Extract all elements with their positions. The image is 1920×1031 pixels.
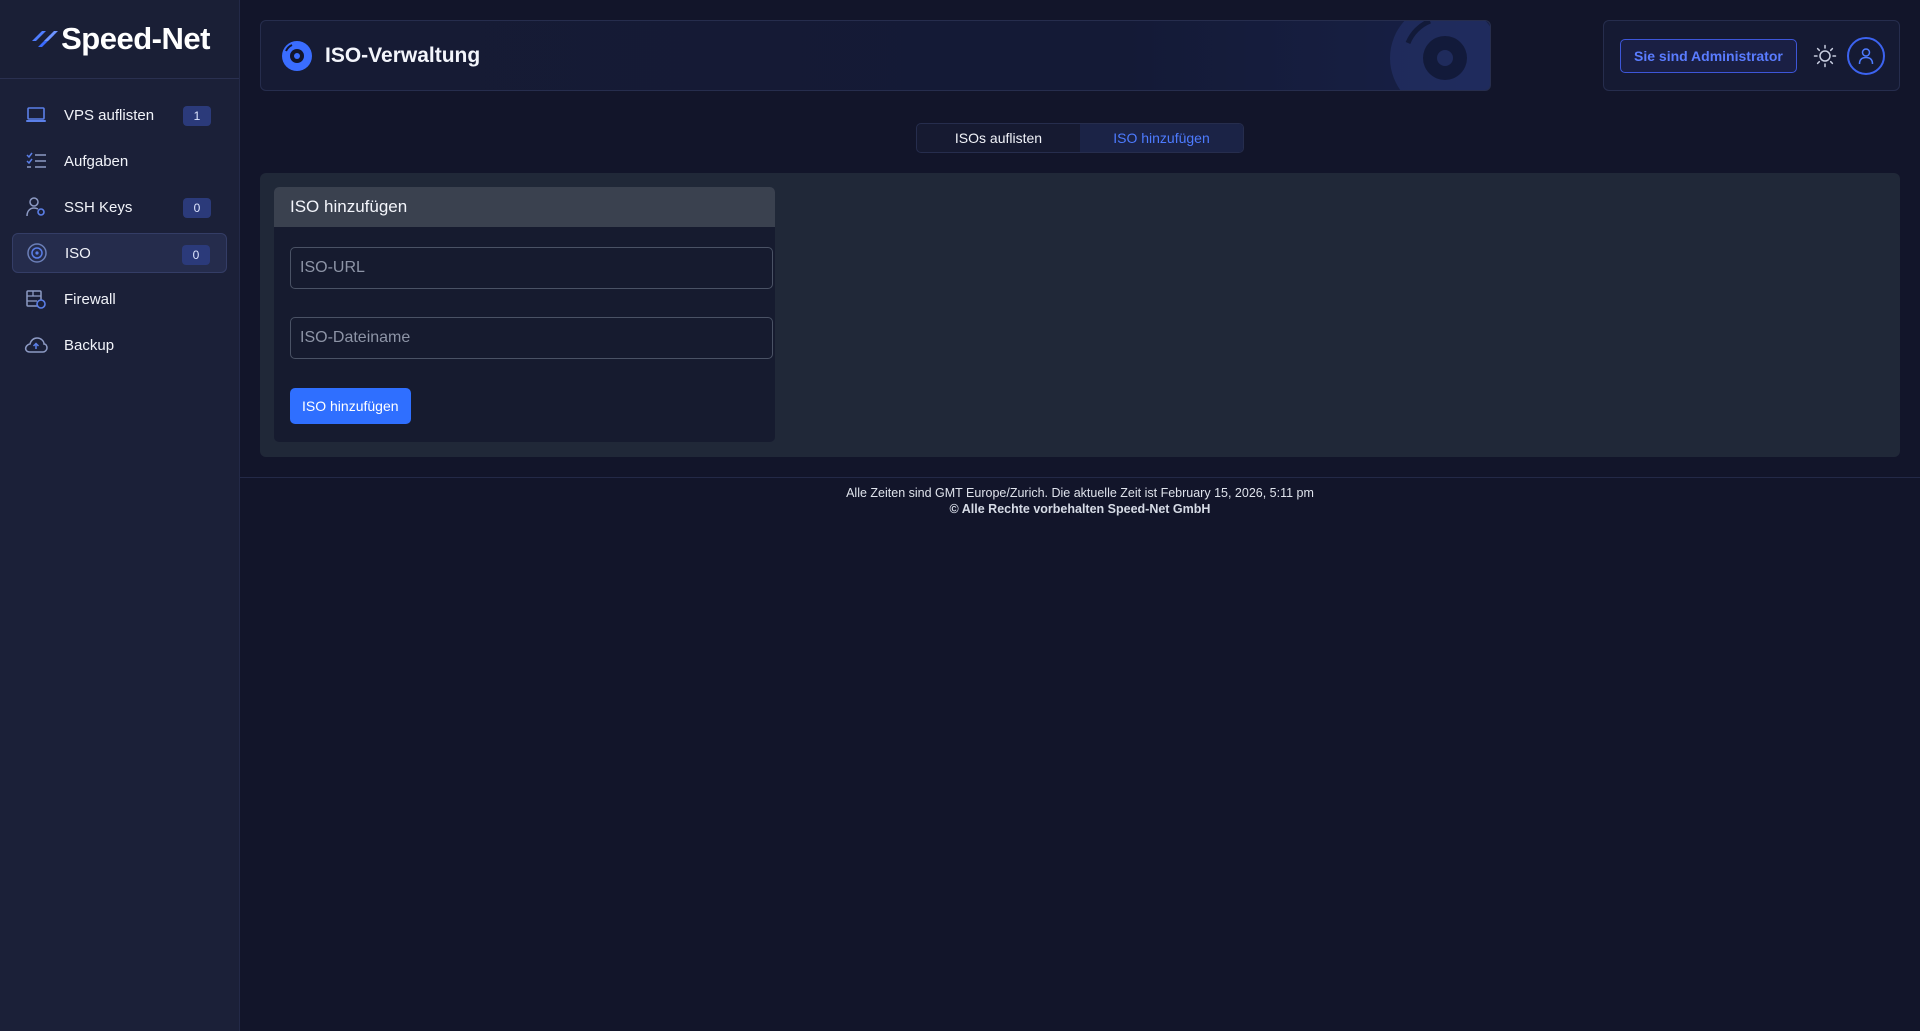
- sidebar-item-label: SSH Keys: [64, 198, 133, 216]
- cloud-upload-icon: [24, 333, 48, 357]
- add-iso-button[interactable]: ISO hinzufügen: [290, 388, 411, 424]
- footer-divider: [240, 477, 1920, 478]
- brand-logo[interactable]: Speed-Net: [0, 0, 239, 79]
- brand-name: Speed-Net: [61, 21, 210, 56]
- firewall-icon: [24, 287, 48, 311]
- timezone-note: Alle Zeiten sind GMT Europe/Zurich. Die …: [846, 486, 1314, 500]
- sidebar-item-label: Firewall: [64, 290, 116, 308]
- sidebar-item-aufgaben[interactable]: Aufgaben: [12, 141, 227, 181]
- card-title: ISO hinzufügen: [274, 187, 775, 227]
- iso-url-input[interactable]: [290, 247, 773, 289]
- tab-iso-add[interactable]: ISO hinzufügen: [1080, 124, 1243, 152]
- footer: Alle Zeiten sind GMT Europe/Zurich. Die …: [240, 485, 1920, 517]
- iso-filename-input[interactable]: [290, 317, 773, 359]
- tab-iso-list[interactable]: ISOs auflisten: [917, 124, 1080, 152]
- user-area: Sie sind Administrator: [1603, 20, 1900, 91]
- logo-icon: [32, 31, 59, 47]
- user-avatar-button[interactable]: [1846, 36, 1885, 75]
- disc-watermark-icon: [1390, 21, 1490, 90]
- count-badge: 1: [183, 106, 211, 126]
- sidebar-item-label: ISO: [65, 244, 91, 262]
- user-icon: [1858, 47, 1874, 64]
- copyright: © Alle Rechte vorbehalten Speed-Net GmbH: [949, 502, 1211, 516]
- task-list-icon: [24, 149, 48, 173]
- admin-badge-button[interactable]: Sie sind Administrator: [1620, 38, 1797, 73]
- page-header: ISO-Verwaltung: [260, 20, 1491, 91]
- count-badge: 0: [182, 245, 210, 265]
- iso-tabs: ISOs auflisten ISO hinzufügen: [916, 123, 1244, 153]
- disc-icon: [282, 40, 312, 71]
- main-content: ISO hinzufügen ISO hinzufügen: [260, 173, 1900, 457]
- sidebar-item-vps[interactable]: VPS auflisten 1: [12, 95, 227, 135]
- sidebar-item-firewall[interactable]: Firewall: [12, 279, 227, 319]
- sidebar-item-label: Backup: [64, 336, 115, 354]
- sidebar-item-label: Aufgaben: [64, 152, 129, 170]
- page-title: ISO-Verwaltung: [325, 43, 481, 67]
- sidebar-item-ssh-keys[interactable]: SSH Keys 0: [12, 187, 227, 227]
- count-badge: 0: [183, 198, 211, 218]
- sidebar-nav: VPS auflisten 1 Aufgaben SSH Keys 0 ISO …: [0, 79, 239, 365]
- sidebar-item-backup[interactable]: Backup: [12, 325, 227, 365]
- disc-icon: [25, 241, 49, 265]
- add-iso-card: ISO hinzufügen ISO hinzufügen: [274, 187, 775, 442]
- user-key-icon: [24, 195, 48, 219]
- sidebar-item-iso[interactable]: ISO 0: [12, 233, 227, 273]
- sidebar-item-label: VPS auflisten: [64, 106, 155, 124]
- sun-icon[interactable]: [1813, 44, 1837, 68]
- sidebar: Speed-Net VPS auflisten 1 Aufgaben SSH K…: [0, 0, 240, 1031]
- laptop-icon: [24, 103, 48, 127]
